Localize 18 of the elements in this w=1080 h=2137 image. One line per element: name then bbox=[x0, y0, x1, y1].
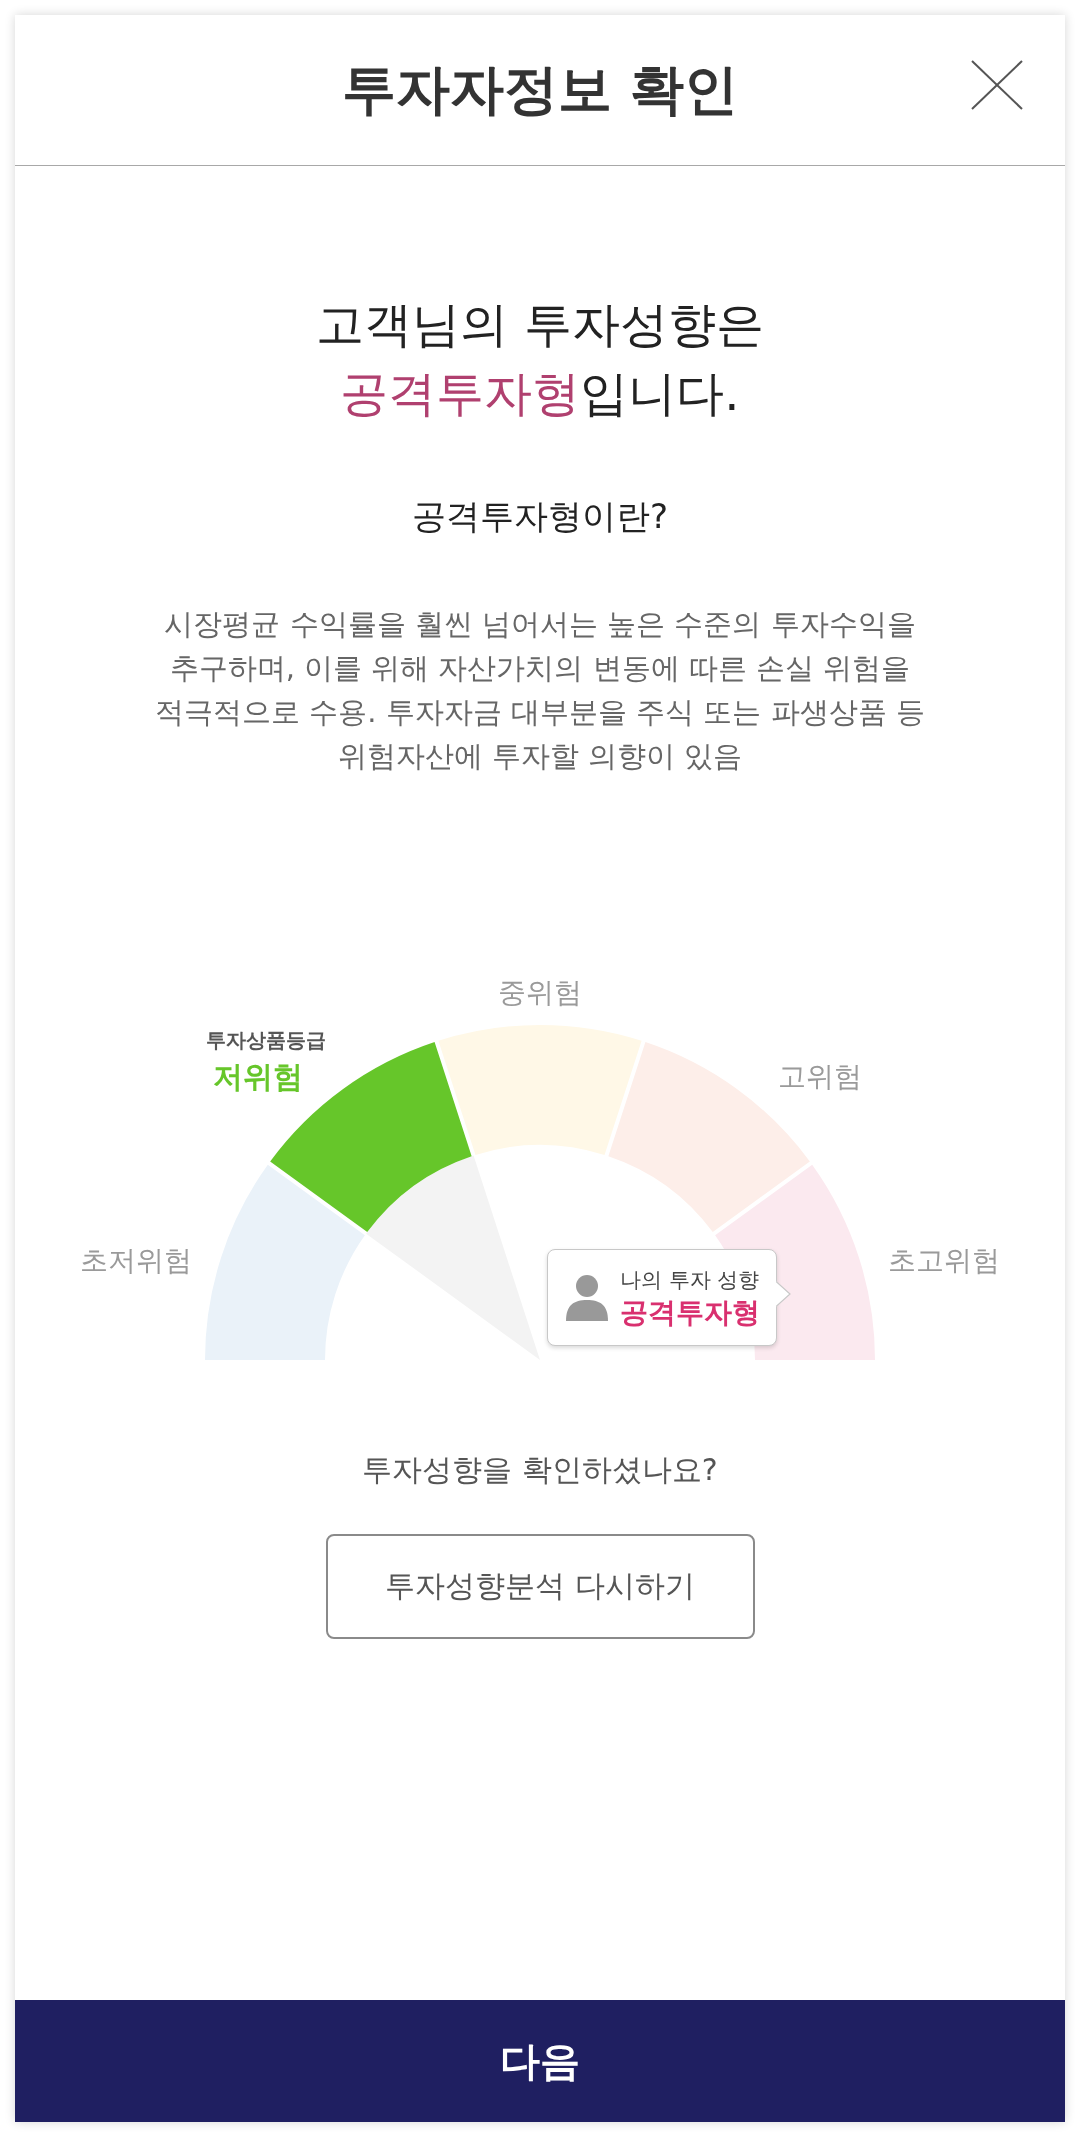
definition-text: 시장평균 수익률을 훨씬 넘어서는 높은 수준의 투자수익을 추구하며, 이를 위해 자산가치의 변동에 따른 손실 위험을 적극적으로 수용. 투자자금 대부분을 주식 또는 파생상품 등 위험자산에 투자할 의향이 있음 bbox=[154, 606, 926, 775]
risk-label: 초고위험 bbox=[888, 1243, 1000, 1279]
tooltip-profile: 공격투자형 bbox=[620, 1294, 760, 1331]
risk-label: 저위험 bbox=[213, 1059, 303, 1095]
grade-caption: 투자상품등급 bbox=[206, 1027, 326, 1053]
person-icon bbox=[566, 1274, 608, 1321]
result-headline: 고객님의 투자성향은 공격투자형 입니다. bbox=[315, 295, 765, 423]
tooltip-caption: 나의 투자 성향 bbox=[620, 1266, 760, 1294]
close-icon bbox=[971, 60, 1023, 110]
next-button[interactable]: 다음 bbox=[15, 2000, 1065, 2122]
retry-analysis-button[interactable]: 투자성향분석 다시하기 bbox=[325, 1534, 755, 1639]
definition-title: 공격투자형이란? bbox=[410, 495, 669, 538]
confirm-question: 투자성향을 확인하셨나요? bbox=[361, 1451, 719, 1489]
close-button[interactable] bbox=[971, 60, 1023, 110]
risk-label: 중위험 bbox=[498, 975, 582, 1011]
risk-label: 초저위험 bbox=[80, 1243, 192, 1279]
dialog-title: 투자자정보 확인 bbox=[341, 56, 739, 123]
risk-label: 고위험 bbox=[778, 1059, 862, 1095]
